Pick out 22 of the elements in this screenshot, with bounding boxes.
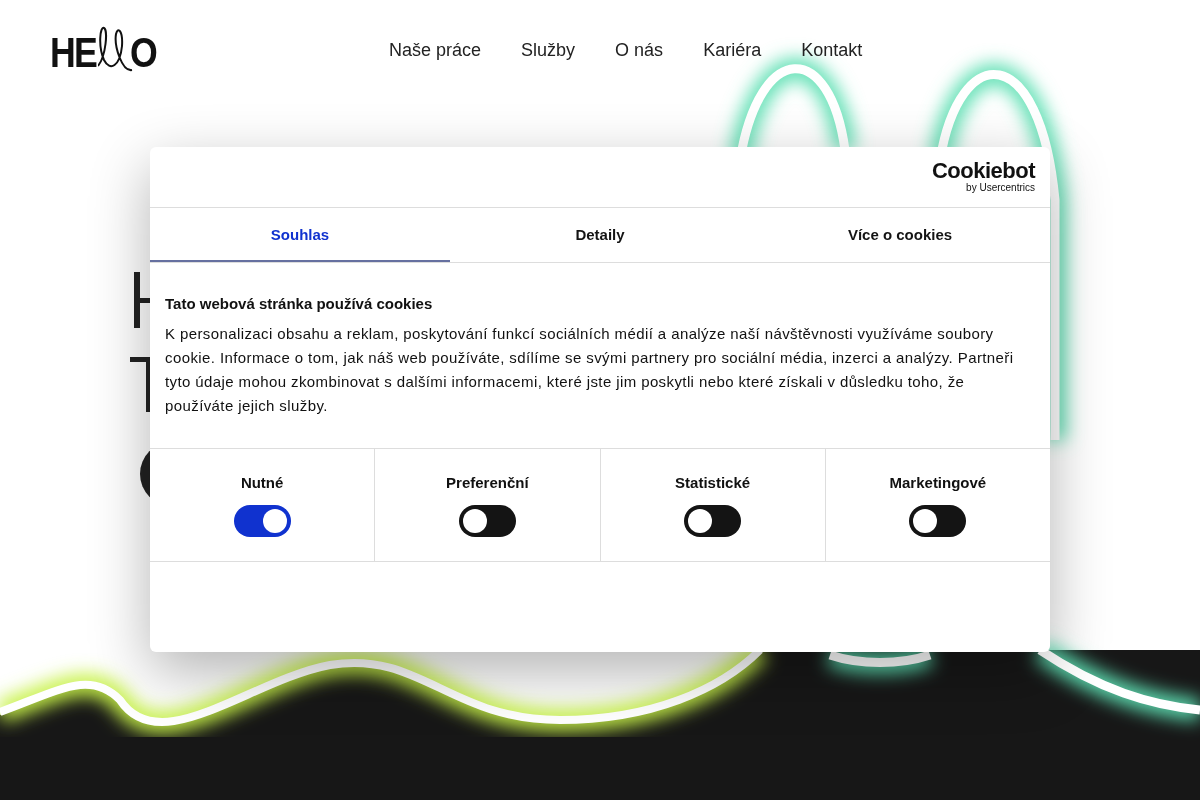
tab[interactable]: Více o cookies: [750, 208, 1050, 262]
dialog-heading: Tato webová stránka používá cookies: [165, 295, 434, 312]
toggle-switch[interactable]: [233, 504, 291, 537]
category-label: Marketingové: [889, 473, 987, 491]
nav-link[interactable]: Kariéra: [703, 39, 762, 61]
toggle-switch[interactable]: [684, 504, 742, 537]
brand-subtitle: by Usercentrics: [966, 182, 1035, 194]
toggle-switch[interactable]: [909, 504, 967, 537]
logo-text: O: [130, 32, 157, 74]
category-label: Nutné: [240, 473, 284, 491]
logo-text: HE: [50, 32, 97, 74]
dialog-text: K personalizaci obsahu a reklam, poskytování funkcí sociálních médií a analýze naší návštěvnosti využíváme soubory cookie. Informace o tom, jak náš web používáte, sdílíme se svými partnery pro sociální média, inzerci a analýzy. Partneři tyto údaje mohou zkombinovat s dalšími informacemi, které jste jim poskytli nebo které získali v důsledku toho, že používáte jejich služby.: [165, 324, 1015, 416]
category-label: Statistické: [675, 473, 751, 491]
nav-link[interactable]: Kontakt: [801, 39, 863, 61]
category-label: Preferenční: [446, 473, 529, 491]
tab[interactable]: Souhlas: [150, 208, 450, 262]
brand-logo-text: Cookiebot: [931, 160, 1035, 182]
nav-link[interactable]: O nás: [615, 39, 664, 61]
toggle-switch[interactable]: [458, 504, 516, 537]
nav-link[interactable]: Naše práce: [389, 39, 482, 61]
tab[interactable]: Detaily: [450, 208, 750, 262]
nav-link[interactable]: Služby: [521, 39, 576, 61]
